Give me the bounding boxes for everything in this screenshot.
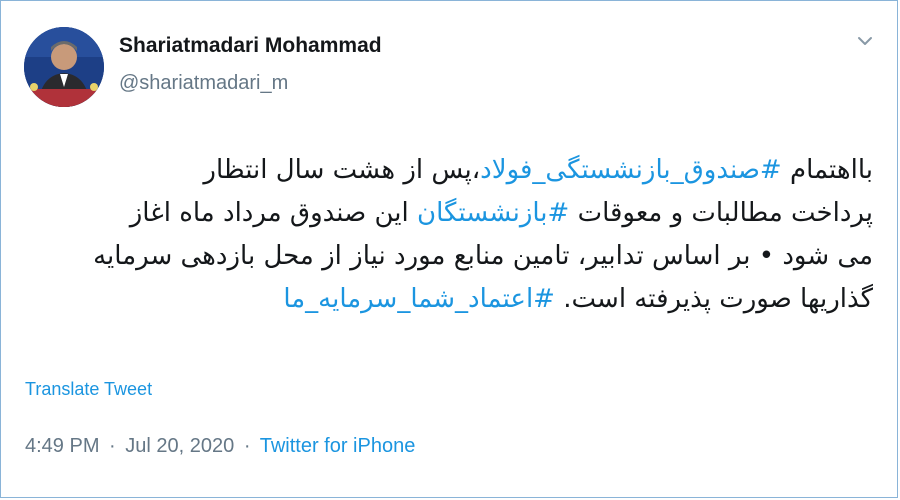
- tweet-date[interactable]: Jul 20, 2020: [125, 435, 234, 457]
- tweet-line: پرداخت مطالبات و معوقات #بازنشستگان این …: [13, 192, 873, 235]
- separator-dot: ·: [243, 435, 251, 457]
- separator-dot: ·: [109, 435, 116, 457]
- tweet-card: Shariatmadari Mohammad @shariatmadari_m …: [0, 0, 898, 498]
- hashtag-link[interactable]: #اعتماد_شما_سرمایه_ما: [283, 284, 555, 314]
- avatar[interactable]: [24, 27, 104, 107]
- author-handle[interactable]: @shariatmadari_m: [119, 72, 288, 95]
- tweet-line: می شود • بر اساس تدابیر، تامین منابع مور…: [93, 241, 873, 271]
- tweet-text: بااهتمام #صندوق_بازنشستگی_فولاد،پس از هش…: [13, 149, 873, 321]
- hashtag-link[interactable]: #بازنشستگان: [417, 198, 569, 228]
- tweet-text-segment: این صندوق مرداد ماه اغاز: [129, 198, 417, 228]
- hashtag-link[interactable]: #صندوق_بازنشستگی_فولاد: [480, 155, 782, 185]
- tweet-text-segment: ،پس از هشت سال انتظار: [203, 155, 481, 185]
- tweet-metadata: 4:49 PM · Jul 20, 2020 · Twitter for iPh…: [25, 435, 415, 458]
- chevron-down-icon: [858, 37, 872, 45]
- tweet-text-segment: گذاریها صورت پذیرفته است.: [554, 284, 873, 314]
- tweet-time[interactable]: 4:49 PM: [25, 435, 99, 457]
- tweet-menu-button[interactable]: [853, 29, 877, 53]
- tweet-text-segment: بااهتمام: [781, 155, 873, 185]
- tweet-line: بااهتمام #صندوق_بازنشستگی_فولاد،پس از هش…: [13, 149, 873, 192]
- tweet-text-segment: پرداخت مطالبات و معوقات: [569, 198, 873, 228]
- translate-tweet-link[interactable]: Translate Tweet: [25, 379, 152, 400]
- tweet-source-link[interactable]: Twitter for iPhone: [260, 435, 416, 457]
- avatar-photo: [24, 27, 104, 107]
- author-name[interactable]: Shariatmadari Mohammad: [119, 34, 382, 58]
- tweet-line: گذاریها صورت پذیرفته است. #اعتماد_شما_سر…: [13, 278, 873, 321]
